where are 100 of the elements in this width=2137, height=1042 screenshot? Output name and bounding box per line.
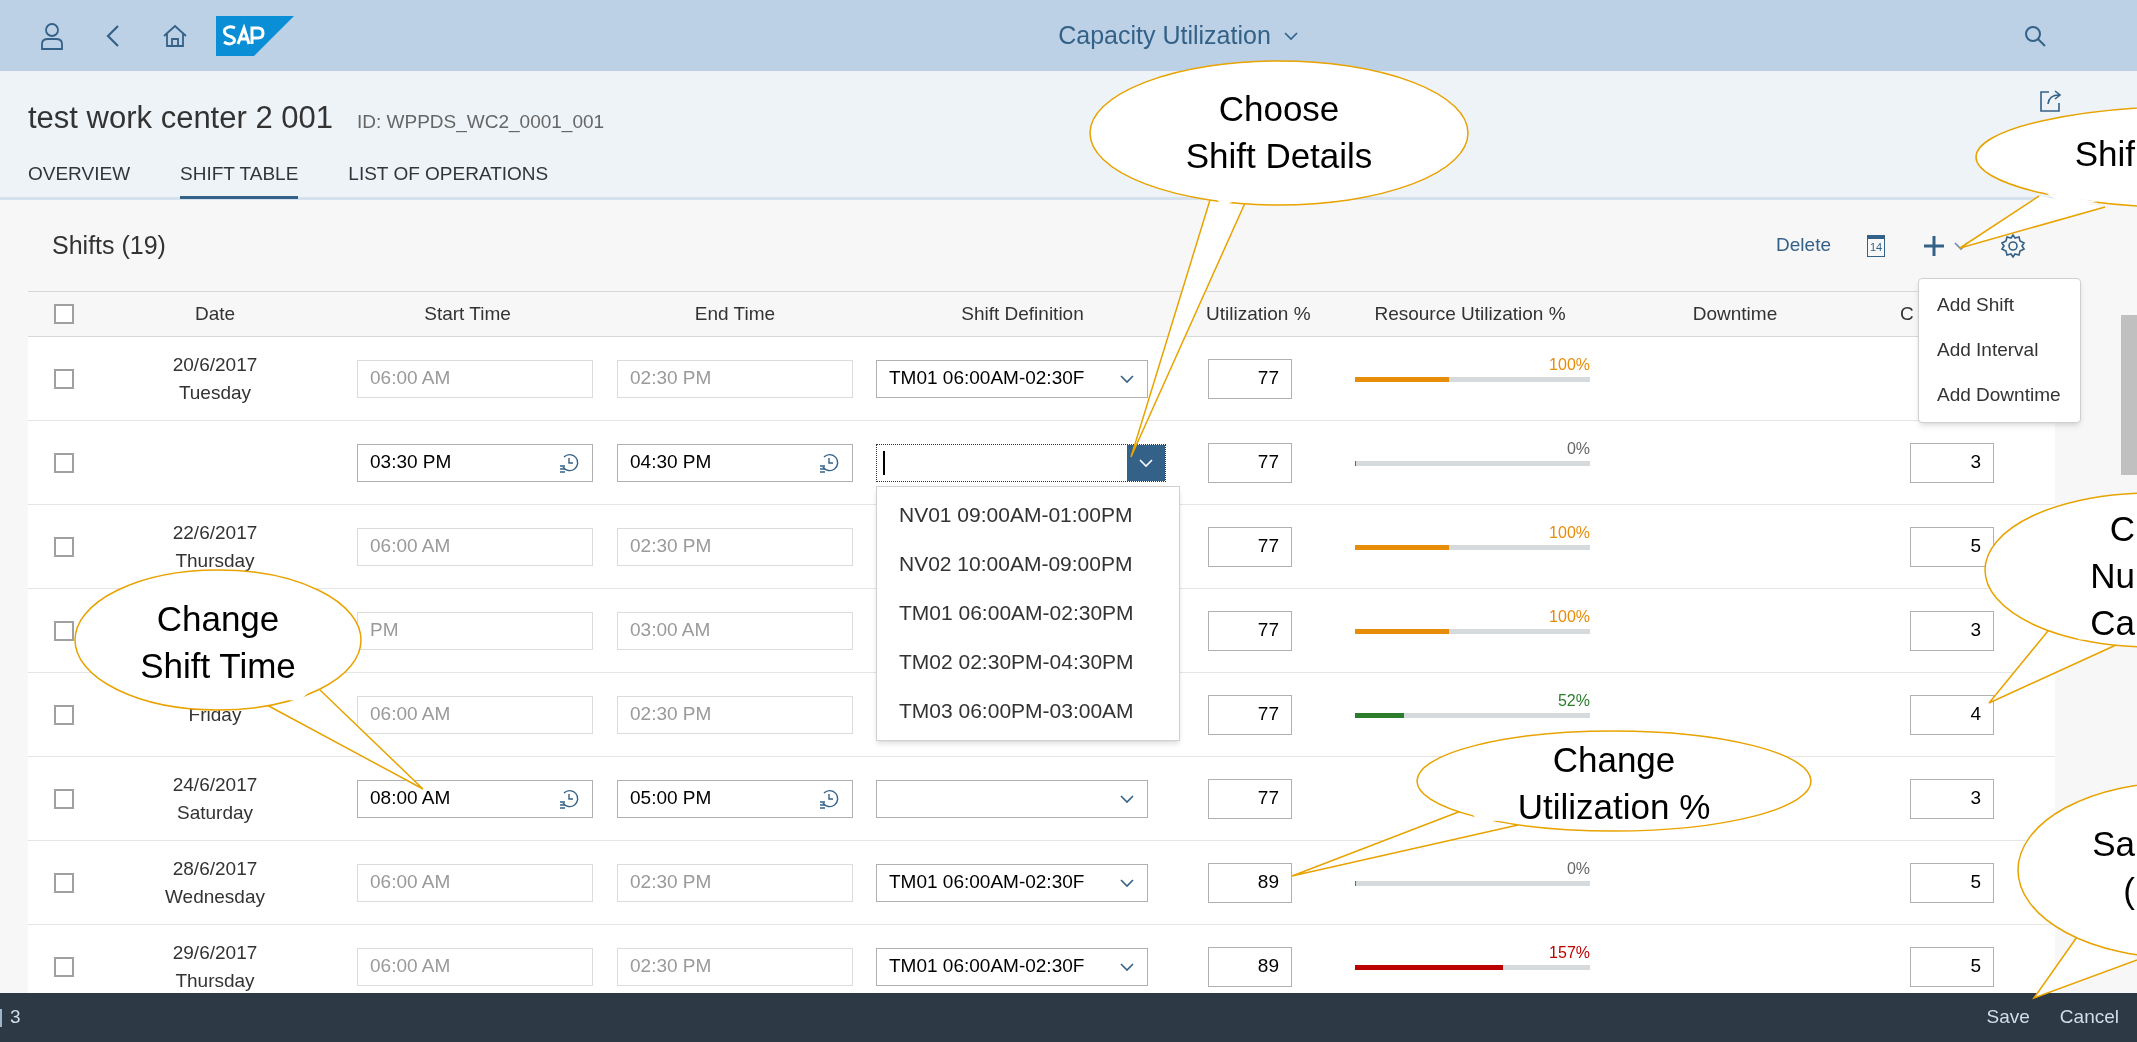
column-header: Utilization % bbox=[1206, 301, 1311, 326]
count-input[interactable]: 5 bbox=[1910, 862, 1994, 903]
back-icon[interactable] bbox=[106, 23, 120, 48]
tab[interactable]: OVERVIEW bbox=[28, 159, 131, 199]
dropdown-button[interactable] bbox=[1127, 444, 1165, 481]
utilization-input[interactable]: 89 bbox=[1208, 946, 1292, 987]
resource-reading: 0% bbox=[1566, 439, 1590, 459]
checkbox[interactable] bbox=[54, 452, 74, 473]
count-input[interactable]: 3 bbox=[1910, 778, 1994, 819]
time-field[interactable]: 08:00 AM bbox=[357, 779, 593, 818]
time-field[interactable]: 03:30 PM bbox=[357, 443, 593, 482]
callout-text: Nu bbox=[2090, 555, 2135, 597]
date-text: 29/6/2017 bbox=[172, 940, 258, 965]
checkbox[interactable] bbox=[54, 956, 74, 977]
utilization-input[interactable]: 77 bbox=[1208, 358, 1292, 399]
count-input[interactable]: 3 bbox=[1910, 442, 1994, 483]
utilization-input[interactable]: 89 bbox=[1208, 862, 1292, 903]
shift-select[interactable]: TM01 06:00AM-02:30F bbox=[876, 863, 1148, 902]
plus-icon[interactable] bbox=[1923, 234, 1945, 257]
column-header: Downtime bbox=[1692, 301, 1778, 326]
resource-reading: 0% bbox=[1566, 859, 1590, 879]
resource-reading: 100% bbox=[1549, 355, 1590, 375]
count-input[interactable]: 5 bbox=[1910, 946, 1994, 987]
resource-reading: 100% bbox=[1549, 607, 1590, 627]
weekday-text: Wednesday bbox=[165, 884, 265, 909]
column-header: Resource Utilization % bbox=[1374, 301, 1566, 326]
clock-icon[interactable] bbox=[818, 451, 840, 474]
count-input[interactable]: 5 bbox=[1910, 526, 1994, 567]
menu-item[interactable]: Add Shift bbox=[1919, 283, 2080, 328]
count-input[interactable]: 4 bbox=[1910, 694, 1994, 735]
callout-text: Change bbox=[156, 598, 280, 640]
count-input[interactable]: 3 bbox=[1910, 610, 1994, 651]
checkbox[interactable] bbox=[54, 620, 74, 641]
chevron-down-icon bbox=[1282, 30, 1299, 41]
dropdown-option[interactable]: NV01 09:00AM-01:00PM bbox=[877, 490, 1179, 540]
weekday-text: Saturday bbox=[176, 800, 253, 825]
callout-text: Sa bbox=[2092, 823, 2135, 865]
checkbox[interactable] bbox=[54, 536, 74, 557]
menu-item[interactable]: Add Interval bbox=[1919, 328, 2080, 373]
resource-reading: 100% bbox=[1549, 523, 1590, 543]
utilization-input[interactable]: 77 bbox=[1208, 610, 1292, 651]
user-icon[interactable] bbox=[40, 21, 64, 50]
home-icon[interactable] bbox=[162, 23, 188, 48]
checkbox[interactable] bbox=[54, 704, 74, 725]
table-title: Shifts (19) bbox=[52, 229, 167, 261]
utilization-input[interactable]: 77 bbox=[1208, 778, 1292, 819]
callout-text: Change bbox=[1552, 739, 1676, 781]
tab[interactable]: SHIFT TABLE bbox=[180, 159, 299, 199]
chevron-down-icon bbox=[1138, 457, 1154, 468]
message-count[interactable]: 3 bbox=[10, 1003, 1975, 1032]
object-title: test work center 2 001 bbox=[28, 99, 333, 137]
callout-text: Ca bbox=[2090, 602, 2135, 644]
clock-icon[interactable] bbox=[818, 787, 840, 810]
shift-select[interactable] bbox=[876, 443, 1166, 482]
callout-text: C bbox=[2109, 508, 2135, 550]
weekday-text: Thursday bbox=[175, 548, 255, 573]
time-field[interactable]: 04:30 PM bbox=[617, 443, 853, 482]
checkbox[interactable] bbox=[54, 788, 74, 809]
shift-select[interactable]: TM01 06:00AM-02:30F bbox=[876, 947, 1148, 986]
callout-text: Shif bbox=[2074, 133, 2135, 175]
dropdown-option[interactable]: TM01 06:00AM-02:30PM bbox=[877, 588, 1179, 638]
weekday-text: Thursday bbox=[175, 968, 255, 993]
resource-reading: 52% bbox=[1557, 691, 1590, 711]
column-header: Start Time bbox=[424, 301, 511, 326]
checkbox[interactable] bbox=[54, 872, 74, 893]
callout-text: Shift Details bbox=[1185, 135, 1373, 177]
clock-icon[interactable] bbox=[558, 787, 580, 810]
time-field[interactable]: 05:00 PM bbox=[617, 779, 853, 818]
checkbox[interactable] bbox=[54, 304, 74, 324]
utilization-input[interactable]: 77 bbox=[1208, 526, 1292, 567]
column-header: Shift Definition bbox=[961, 301, 1084, 326]
settings-icon[interactable] bbox=[2001, 233, 2025, 258]
date-text: 22/6/2017 bbox=[172, 520, 258, 545]
callout-text: Utilization % bbox=[1517, 786, 1711, 828]
dropdown-option[interactable]: TM03 06:00PM-03:00AM bbox=[877, 686, 1179, 736]
date-text: 24/6/2017 bbox=[172, 772, 258, 797]
tab[interactable]: LIST OF OPERATIONS bbox=[348, 159, 549, 199]
shift-select[interactable]: TM01 06:00AM-02:30F bbox=[876, 359, 1148, 398]
menu-item[interactable]: Add Downtime bbox=[1919, 373, 2080, 418]
utilization-input[interactable]: 77 bbox=[1208, 442, 1292, 483]
utilization-input[interactable]: 77 bbox=[1208, 694, 1292, 735]
weekday-text: Tuesday bbox=[178, 380, 252, 405]
dropdown-option[interactable]: TM02 02:30PM-04:30PM bbox=[877, 637, 1179, 687]
column-header: End Time bbox=[694, 301, 776, 326]
share-icon[interactable] bbox=[2039, 89, 2063, 113]
callout-text: Choose bbox=[1218, 88, 1340, 130]
calendar-icon[interactable]: 14 bbox=[1867, 234, 1885, 257]
footer-button[interactable]: Cancel bbox=[2047, 1003, 2131, 1032]
checkbox[interactable] bbox=[54, 368, 74, 389]
chevron-down-icon bbox=[1119, 793, 1135, 804]
app-title[interactable]: Capacity Utilization bbox=[1058, 16, 1271, 55]
scrollbar[interactable] bbox=[2121, 315, 2137, 475]
delete-button[interactable]: Delete bbox=[1776, 231, 1831, 260]
callout-text: ( bbox=[2123, 870, 2135, 912]
date-text: 20/6/2017 bbox=[172, 352, 258, 377]
dropdown-option[interactable]: NV02 10:00AM-09:00PM bbox=[877, 539, 1179, 589]
footer-button[interactable]: Save bbox=[1974, 1003, 2042, 1032]
search-icon[interactable] bbox=[2023, 23, 2047, 48]
clock-icon[interactable] bbox=[558, 451, 580, 474]
column-header: Date bbox=[194, 301, 236, 326]
